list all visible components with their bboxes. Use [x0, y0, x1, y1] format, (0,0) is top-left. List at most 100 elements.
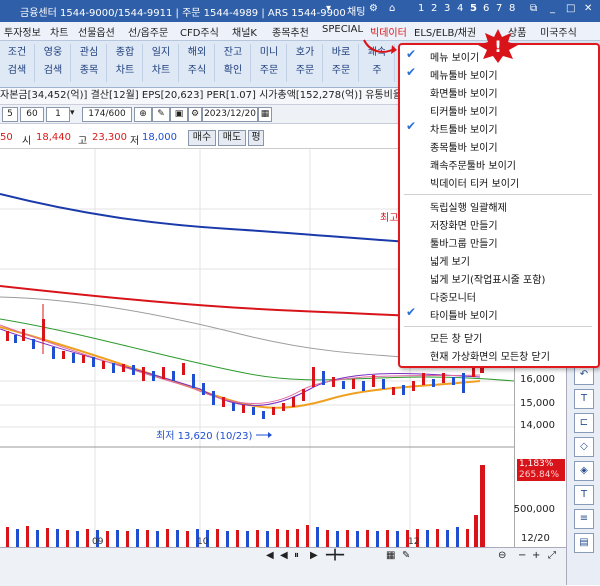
home-icon[interactable]: ⌂ [389, 3, 395, 14]
grid-icon[interactable]: ▤ [574, 533, 594, 553]
cursor-icon[interactable]: ⤢ [548, 550, 556, 561]
menu-item-wide-view-taskbar[interactable]: 넓게 보기(작업표시줄 포함) [430, 271, 545, 286]
bracket-tool-icon[interactable]: ⊏ [574, 413, 594, 433]
plus-icon[interactable]: + [532, 550, 540, 561]
toolbar-btn-line2: 주문 [295, 65, 315, 76]
menu-item-titlebar[interactable]: 타이틀바 보이기 [430, 307, 498, 322]
calendar-icon[interactable]: ▦ [258, 107, 272, 122]
text-tool-icon[interactable]: T [574, 389, 594, 409]
menu-item-create-toolbar-group[interactable]: 툴바그룹 만들기 [430, 235, 498, 250]
period-field[interactable]: 5 [2, 107, 18, 122]
gear-icon[interactable]: ⚙ [369, 3, 378, 14]
evaluate-button[interactable]: 평 [248, 130, 264, 146]
close-icon[interactable]: ✕ [584, 3, 592, 14]
buy-button[interactable]: 매수 [188, 130, 216, 146]
toolbar-btn-watchlist[interactable]: 관심 종목 [72, 44, 107, 82]
toolbar-btn-hero-search[interactable]: 영웅 검색 [36, 44, 71, 82]
toolbar-btn-line2: 주문 [331, 65, 351, 76]
toolbar-btn-daily-chart[interactable]: 일지 차트 [144, 44, 179, 82]
page-4[interactable]: 4 [457, 3, 463, 14]
page-3[interactable]: 3 [444, 3, 450, 14]
toolbar-btn-line1: 미니 [259, 47, 279, 58]
zoom-out-icon[interactable]: ⊖ [498, 550, 506, 561]
check-icon: ✔ [406, 65, 417, 79]
bottom-bar: ◀ ◀ ⏸ ▶ ━╋━ ▦ ✎ ⊖ − + ⤢ [0, 547, 566, 586]
menu-item-stock-toolbar[interactable]: 종목툴바 보이기 [430, 139, 498, 154]
sell-button[interactable]: 매도 [218, 130, 246, 146]
toolbar-btn-mini-order[interactable]: 미니 주문 [252, 44, 287, 82]
menu-item-create-saved-screen[interactable]: 저장화면 만들기 [430, 217, 498, 232]
layout-icon[interactable]: ▦ [386, 550, 395, 561]
menu-item-fast-order-toolbar[interactable]: 쾌속주문툴바 보이기 [430, 157, 516, 172]
menu-item-close-all[interactable]: 모든 창 닫기 [430, 330, 482, 345]
page-2[interactable]: 2 [431, 3, 437, 14]
toolbar-btn-overseas-stock[interactable]: 해외 주식 [180, 44, 215, 82]
scroll-prev-icon[interactable]: ◀ [280, 550, 288, 561]
menu-special[interactable]: SPECIAL [322, 24, 363, 35]
scroll-slider-icon[interactable]: ━╋━ [326, 550, 344, 561]
menu-cfd[interactable]: CFD주식 [180, 24, 219, 39]
toolbar-btn-line2: 검색 [43, 65, 63, 76]
hint-arrow-icon [363, 39, 397, 54]
eraser-all-icon[interactable]: ◈ [574, 461, 594, 481]
menu-item-release-standalone[interactable]: 독립실행 일괄해제 [430, 199, 507, 214]
eraser-icon[interactable]: ◇ [574, 437, 594, 457]
menu-item-close-virtual-all[interactable]: 현재 가상화면의 모든창 닫기 [430, 348, 550, 363]
menu-item-multi-monitor[interactable]: 다중모니터 [430, 289, 476, 304]
check-icon: ✔ [406, 47, 417, 61]
minus-icon[interactable]: − [518, 550, 526, 561]
page-1[interactable]: 1 [418, 3, 424, 14]
toolbar-btn-line1: 종합 [115, 47, 135, 58]
scroll-start-icon[interactable]: ◀ [266, 550, 274, 561]
menu-stock-recommend[interactable]: 종목추천 [272, 24, 309, 39]
scroll-next-icon[interactable]: ▶ [310, 550, 318, 561]
chat-label[interactable]: 채팅 [347, 3, 365, 18]
page-5[interactable]: 5 [470, 3, 477, 14]
zoom-icon[interactable]: ⊕ [134, 107, 152, 122]
menu-item-wide-view[interactable]: 넓게 보기 [430, 253, 470, 268]
page-6[interactable]: 6 [483, 3, 489, 14]
rate-1: 1,183% [519, 459, 554, 469]
view-context-menu: ✔ 메뉴 보이기 ✔ 메뉴툴바 보이기 화면툴바 보이기 티커툴바 보이기 ✔ … [398, 43, 600, 368]
interval-field[interactable]: 60 [20, 107, 44, 122]
menu-futures-options[interactable]: 선물옵션 [78, 24, 115, 39]
maximize-icon[interactable]: □ [566, 3, 575, 14]
menu-fo-order[interactable]: 선/옵주문 [128, 24, 168, 39]
menu-chart[interactable]: 차트 [50, 24, 68, 39]
page-7[interactable]: 7 [496, 3, 502, 14]
gear-icon[interactable]: ⚙ [188, 107, 202, 122]
restore-icon[interactable]: ⧉ [530, 3, 537, 14]
menu-item-chart-toolbar[interactable]: 차트툴바 보이기 [430, 121, 498, 136]
chevron-down-icon[interactable]: ▾ [70, 108, 75, 118]
pause-icon[interactable]: ⏸ [294, 550, 299, 561]
step-field[interactable]: 1 [46, 107, 70, 122]
toolbar-btn-line2: 주식 [187, 65, 207, 76]
dropdown-arrow-icon[interactable]: ▾ [326, 3, 331, 14]
menu-item-screen-toolbar[interactable]: 화면툴바 보이기 [430, 85, 498, 100]
draw-tool-icon[interactable]: ✎ [402, 550, 410, 561]
toolbar-btn-condition-search[interactable]: 조건 검색 [0, 44, 35, 82]
toolbar-btn-line2: 주 [372, 65, 382, 76]
count-field[interactable]: 174/600 [82, 107, 132, 122]
menu-els-elb[interactable]: ELS/ELB/채권 [414, 24, 476, 39]
menu-us-stocks[interactable]: 미국주식 [540, 24, 577, 39]
axis-tick: 500,000 [513, 504, 555, 515]
list-icon[interactable]: ≡ [574, 509, 594, 529]
menu-item-menu-toolbar[interactable]: 메뉴툴바 보이기 [430, 67, 498, 82]
page-8[interactable]: 8 [509, 3, 515, 14]
date-field[interactable]: 2023/12/20 [202, 107, 258, 122]
save-icon[interactable]: ▣ [170, 107, 188, 122]
undo-icon[interactable]: ↶ [574, 365, 594, 385]
minimize-icon[interactable]: _ [550, 3, 555, 14]
toolbar-btn-balance[interactable]: 잔고 확인 [216, 44, 251, 82]
menu-item-ticker-toolbar[interactable]: 티커툴바 보이기 [430, 103, 498, 118]
toolbar-btn-composite-chart[interactable]: 종합 차트 [108, 44, 143, 82]
menu-item-bigdata-ticker[interactable]: 빅데이터 티커 보이기 [430, 175, 519, 190]
toolbar-btn-quick-order[interactable]: 바로 주문 [324, 44, 359, 82]
menu-channel-k[interactable]: 채널K [232, 24, 257, 39]
tool-icon[interactable]: ✎ [152, 107, 170, 122]
menu-invest-info[interactable]: 투자정보 [4, 24, 41, 39]
toolbar-btn-quote-order[interactable]: 호가 주문 [288, 44, 323, 82]
menu-item-show-menu[interactable]: 메뉴 보이기 [430, 49, 479, 64]
text-box-icon[interactable]: T [574, 485, 594, 505]
